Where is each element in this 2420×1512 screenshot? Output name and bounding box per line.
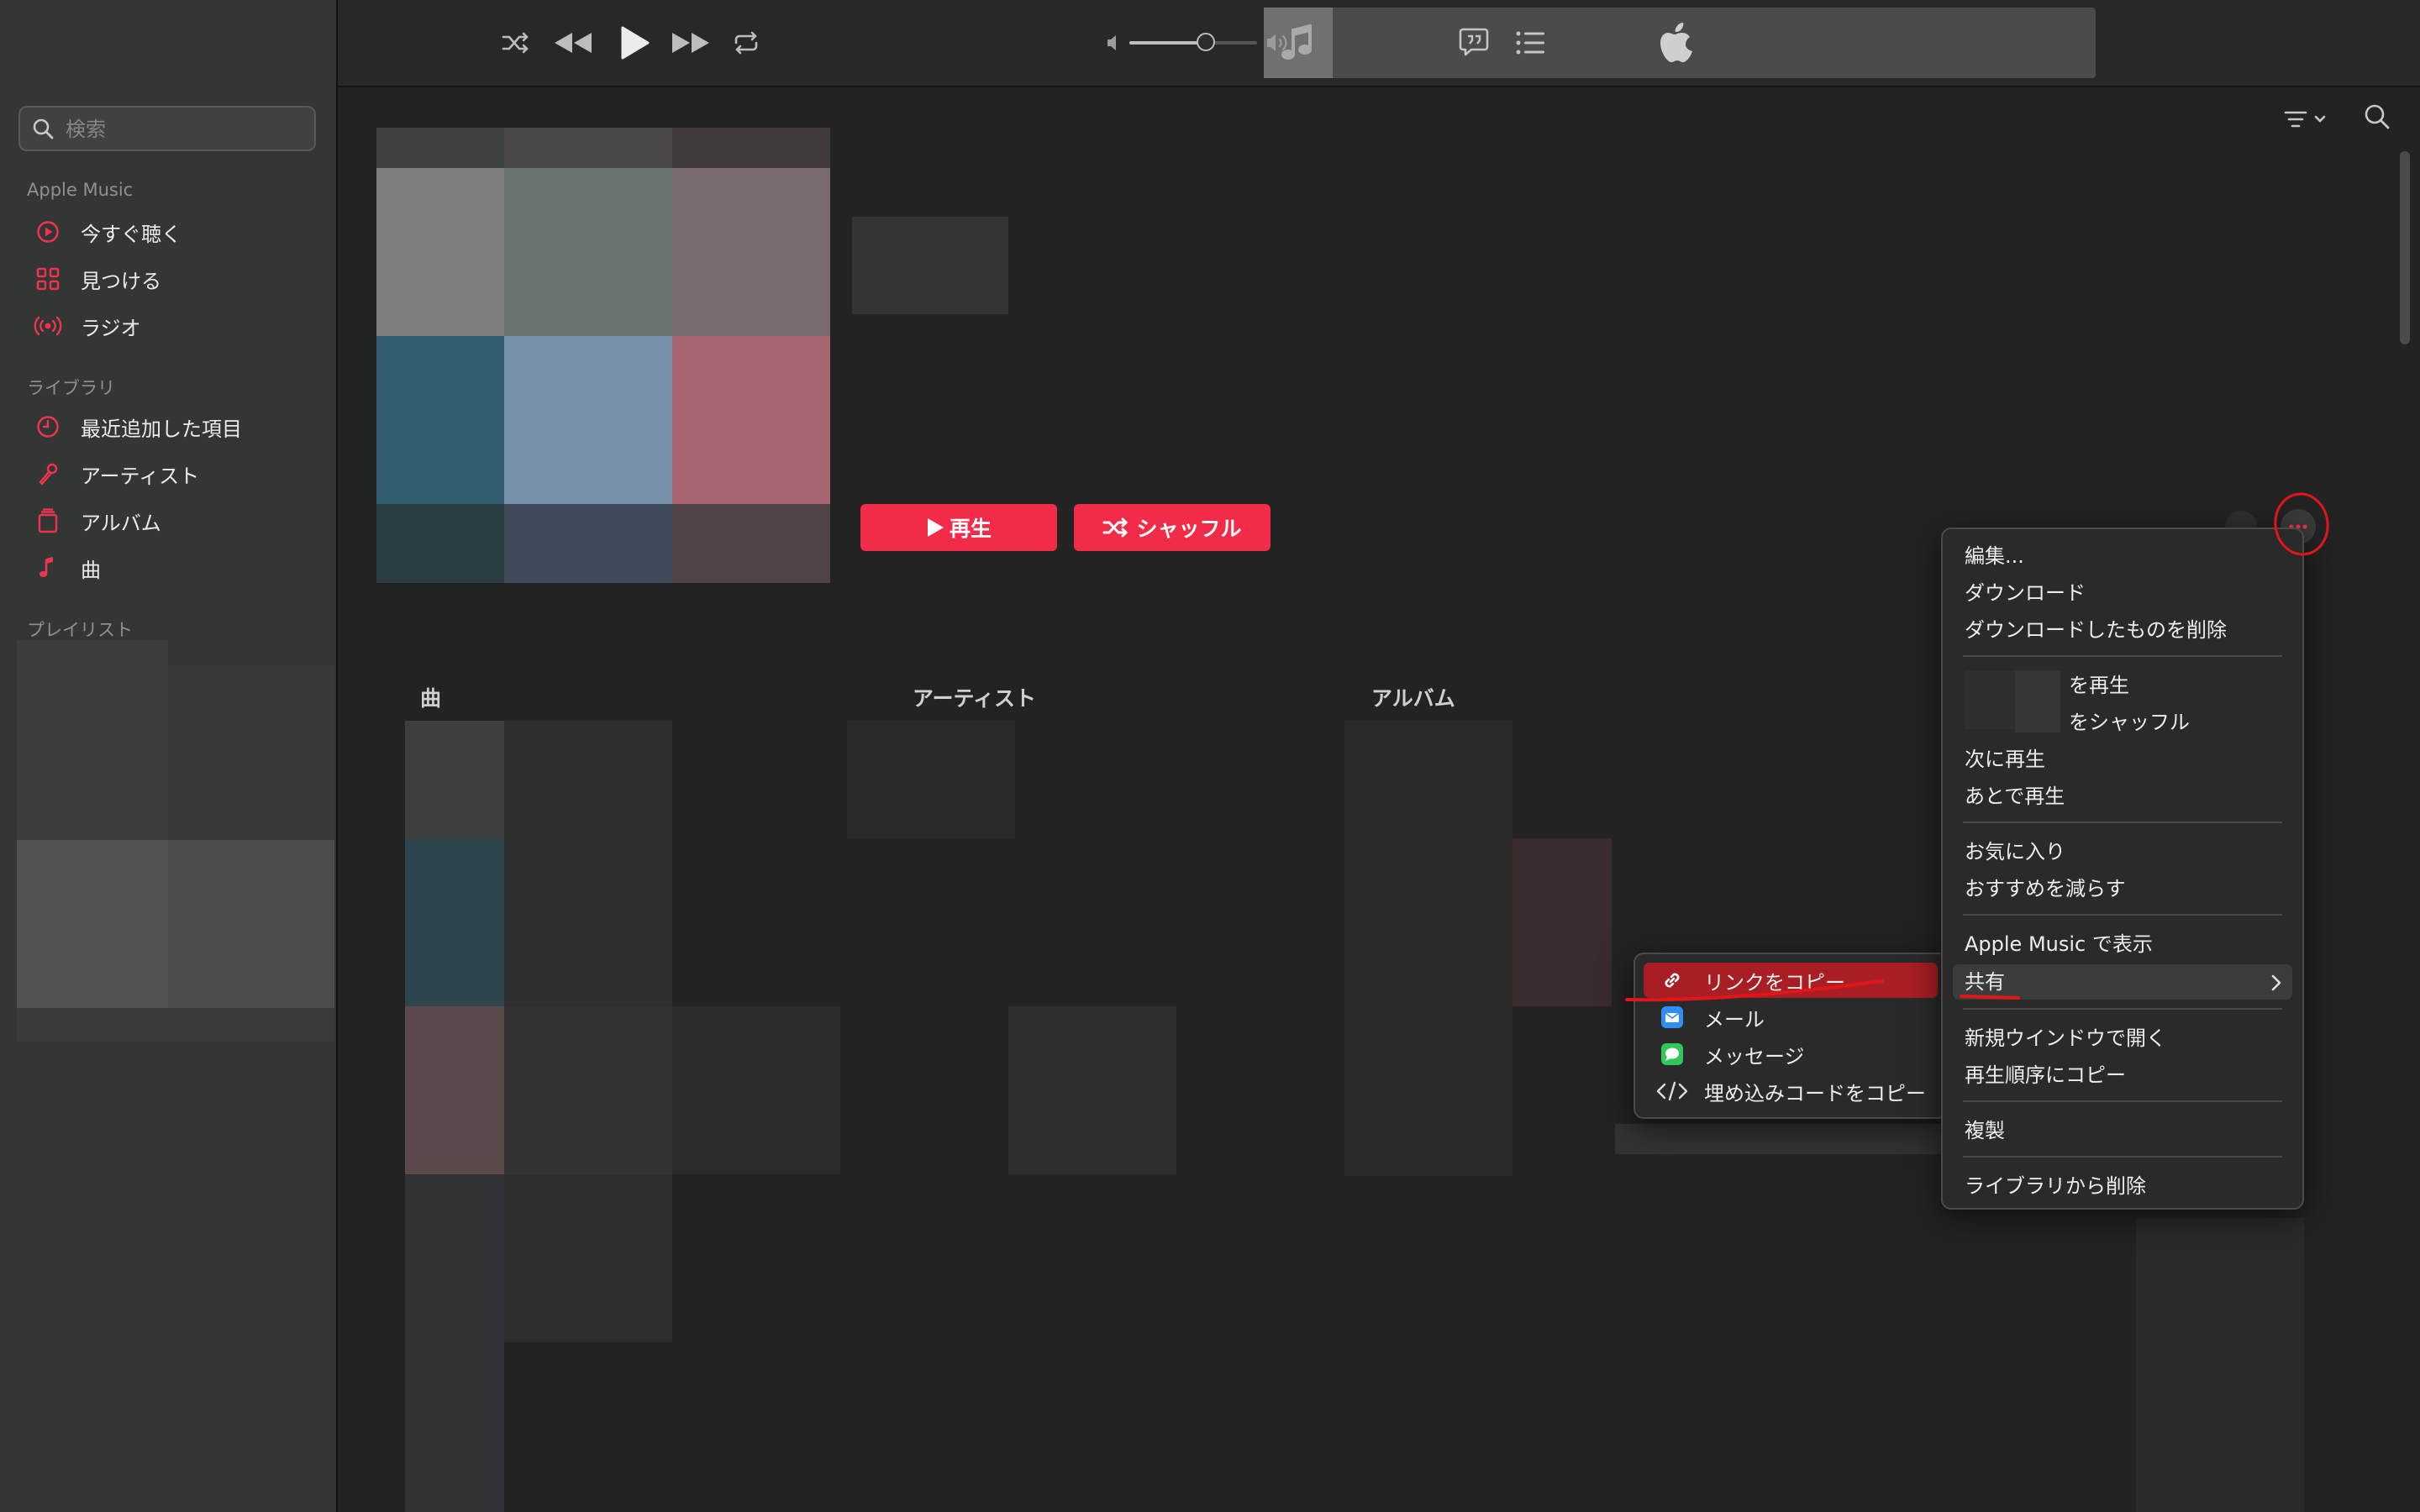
annotation-underline bbox=[1960, 995, 2020, 1000]
annotation-circle bbox=[2274, 492, 2329, 556]
annotation-underline bbox=[1625, 979, 1884, 1002]
annotation-overlay bbox=[1625, 492, 2329, 1002]
